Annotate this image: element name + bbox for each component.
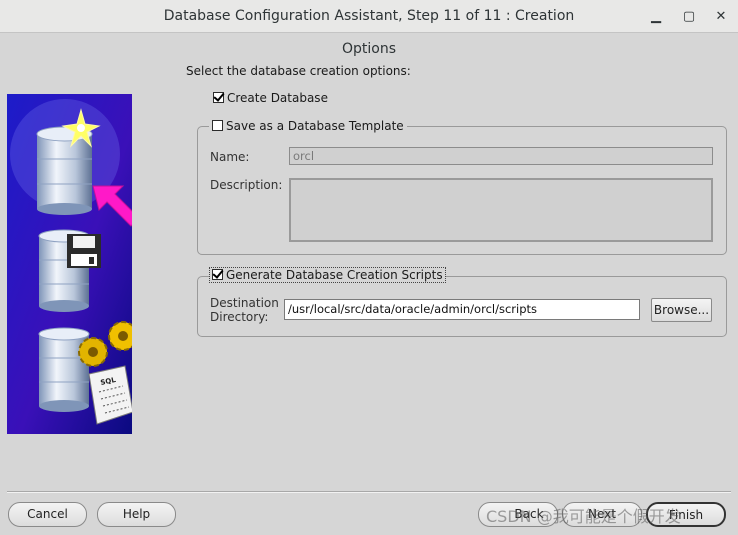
wizard-illustration: SQL: [7, 94, 132, 434]
generate-scripts-label: Generate Database Creation Scripts: [226, 268, 443, 282]
back-button[interactable]: Back: [478, 502, 558, 527]
create-database-option[interactable]: Create Database: [213, 91, 328, 105]
cancel-button[interactable]: Cancel: [8, 502, 87, 527]
footer-separator: [7, 491, 731, 493]
top-database-icon: [36, 126, 93, 215]
save-template-option[interactable]: Save as a Database Template: [209, 119, 407, 133]
close-icon[interactable]: ✕: [711, 7, 731, 27]
destination-directory-label: Destination Directory:: [210, 296, 279, 324]
bottom-database-icon: [38, 327, 90, 412]
next-button[interactable]: Next: [562, 502, 642, 527]
create-database-label: Create Database: [227, 91, 328, 105]
back-label: Back: [514, 507, 544, 521]
finish-button[interactable]: Finish: [646, 502, 726, 527]
minimize-icon[interactable]: ▁: [646, 7, 666, 27]
title-bar: Database Configuration Assistant, Step 1…: [0, 0, 738, 57]
create-database-checkbox[interactable]: [213, 92, 224, 103]
generate-scripts-option[interactable]: Generate Database Creation Scripts: [209, 267, 446, 283]
save-template-label: Save as a Database Template: [226, 119, 404, 133]
destination-directory-input[interactable]: /usr/local/src/data/oracle/admin/orcl/sc…: [284, 299, 640, 320]
floppy-disk-icon: [67, 234, 101, 268]
save-template-checkbox[interactable]: [212, 120, 223, 131]
browse-button[interactable]: Browse...: [651, 298, 712, 322]
name-label: Name:: [210, 150, 250, 164]
window-title: Database Configuration Assistant, Step 1…: [163, 8, 575, 57]
template-description-input[interactable]: [289, 178, 713, 242]
destination-label-line1: Destination: [210, 296, 279, 310]
maximize-icon[interactable]: ▢: [679, 7, 699, 27]
database-illustration-icon: SQL: [7, 94, 132, 434]
generate-scripts-checkbox[interactable]: [212, 269, 223, 280]
help-button[interactable]: Help: [97, 502, 176, 527]
destination-label-line2: Directory:: [210, 310, 269, 324]
description-label: Description:: [210, 178, 283, 192]
instruction-text: Select the database creation options:: [186, 64, 411, 78]
template-name-input[interactable]: orcl: [289, 147, 713, 165]
